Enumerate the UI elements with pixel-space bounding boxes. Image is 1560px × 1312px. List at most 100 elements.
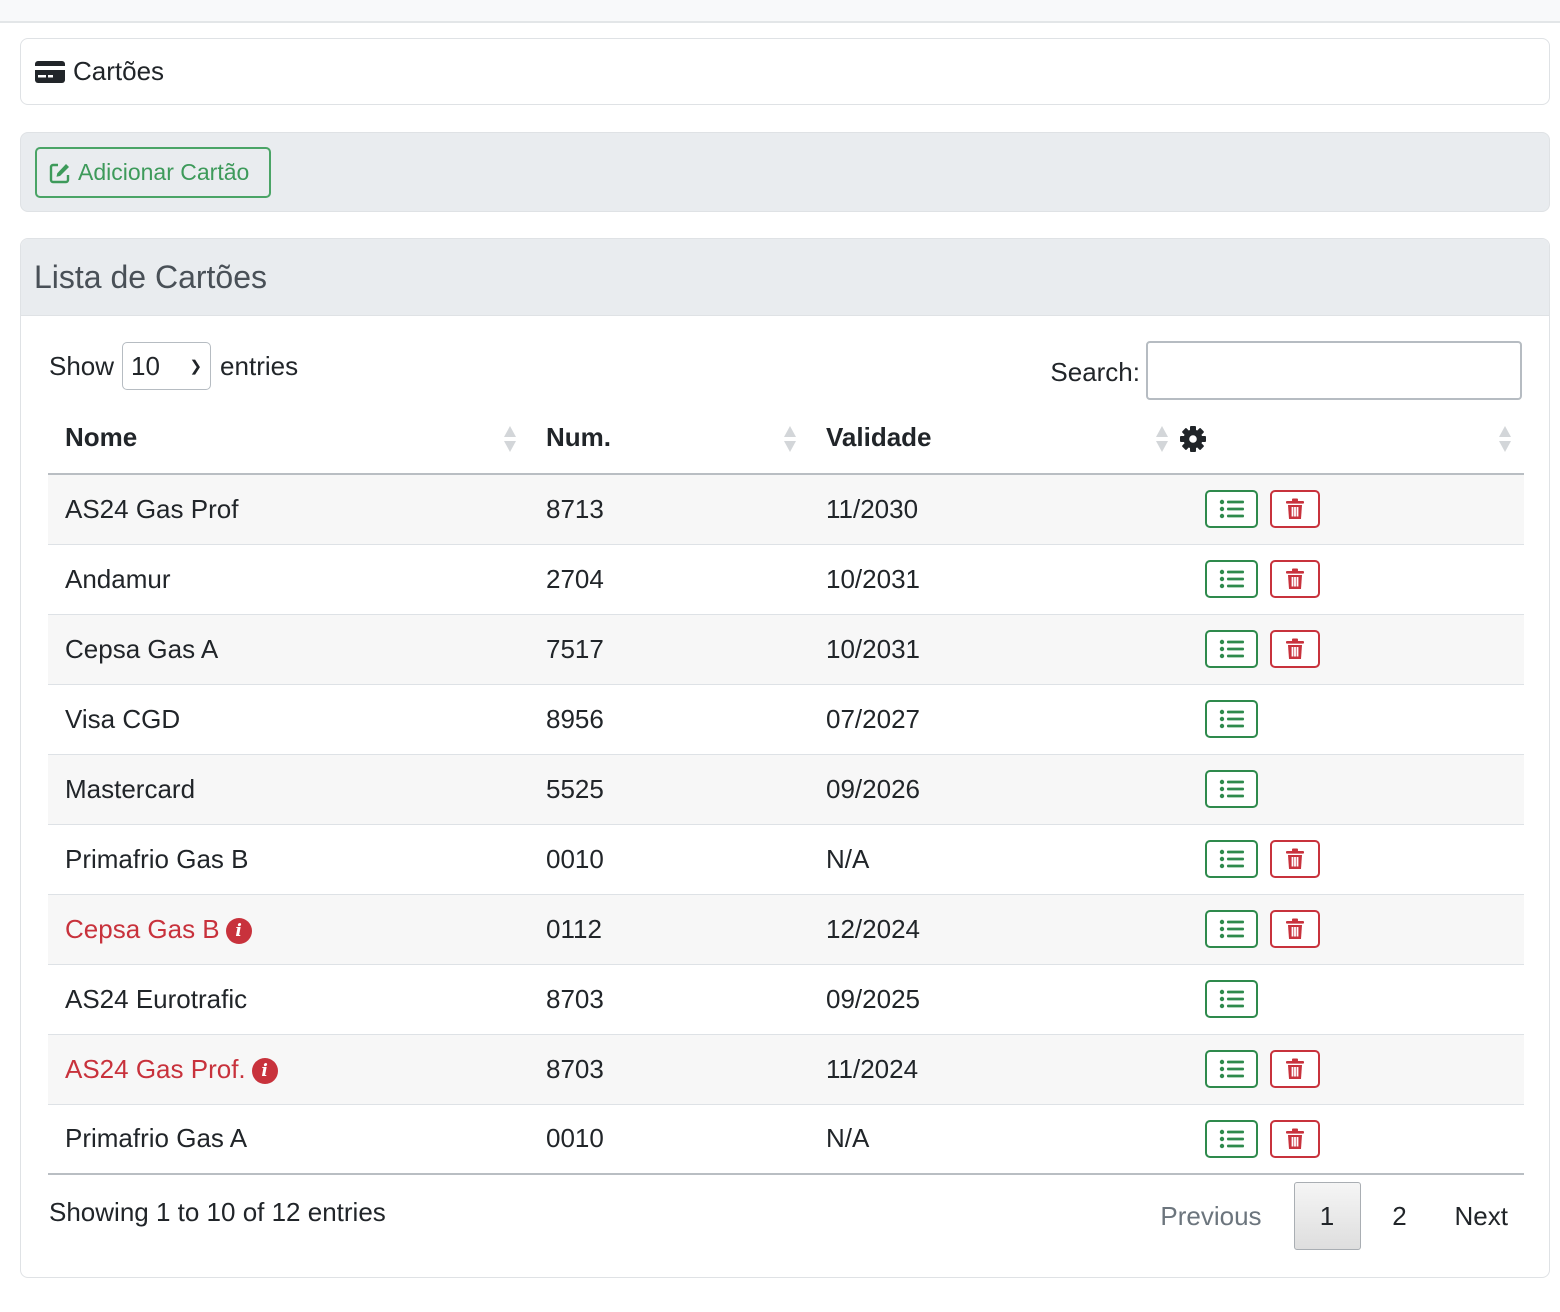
card-number: 0010 — [546, 843, 604, 874]
delete-button[interactable] — [1270, 1050, 1320, 1088]
table-row: Visa CGD 8956 07/2027 — [48, 684, 1524, 755]
sort-icon — [784, 426, 796, 452]
card-list-panel: Lista de Cartões Show 10 ❯ entries Searc… — [20, 238, 1550, 1278]
cell-num: 8703 — [529, 964, 809, 1035]
delete-button[interactable] — [1270, 840, 1320, 878]
column-header-nome[interactable]: Nome — [48, 402, 529, 475]
cell-num: 0112 — [529, 894, 809, 965]
page-1-button[interactable]: 1 — [1293, 1182, 1361, 1250]
cell-actions — [1181, 474, 1524, 545]
cell-actions — [1181, 614, 1524, 685]
cell-nome: Primafrio Gas B — [48, 824, 529, 895]
card-name: Andamur — [65, 563, 171, 594]
previous-page-button[interactable]: Previous — [1160, 1201, 1261, 1232]
delete-button[interactable] — [1270, 1119, 1320, 1158]
table-info: Showing 1 to 10 of 12 entries — [49, 1197, 386, 1227]
card-name: Cepsa Gas A — [65, 633, 219, 664]
card-expiry: 11/2030 — [826, 493, 919, 524]
details-button[interactable] — [1205, 490, 1258, 529]
details-button[interactable] — [1205, 700, 1258, 738]
table-row: Cepsa Gas Bi 0112 12/2024 — [48, 894, 1524, 965]
cell-num: 2704 — [529, 544, 809, 615]
cell-actions — [1181, 544, 1524, 615]
top-bar — [0, 0, 1560, 23]
cell-actions — [1181, 1104, 1524, 1175]
cell-actions — [1181, 964, 1524, 1035]
table-row: Cepsa Gas A 7517 10/2031 — [48, 614, 1524, 685]
cell-actions — [1181, 894, 1524, 965]
card-name: Visa CGD — [65, 703, 181, 734]
details-button[interactable] — [1205, 1050, 1258, 1088]
card-number: 8713 — [546, 493, 604, 524]
card-name: AS24 Gas Prof. — [65, 1053, 246, 1084]
add-card-button[interactable]: Adicionar Cartão — [35, 147, 271, 198]
cell-validade: 07/2027 — [809, 684, 1181, 755]
delete-button[interactable] — [1270, 490, 1320, 529]
card-number: 8703 — [546, 1053, 604, 1084]
sort-icon — [1499, 426, 1511, 452]
details-button[interactable] — [1205, 910, 1258, 948]
details-button[interactable] — [1205, 1119, 1258, 1158]
cell-nome: Mastercard — [48, 754, 529, 825]
delete-button[interactable] — [1270, 560, 1320, 598]
card-number: 8956 — [546, 703, 604, 734]
cell-nome: AS24 Eurotrafic — [48, 964, 529, 1035]
page-length-control: Show 10 ❯ entries — [49, 342, 298, 390]
sort-icon — [504, 426, 516, 452]
info-icon[interactable]: i — [251, 1057, 278, 1084]
search-control: Search: — [1050, 341, 1522, 400]
trash-icon — [1286, 1128, 1304, 1149]
credit-card-icon — [35, 60, 65, 83]
list-icon — [1219, 639, 1244, 659]
column-header-validade[interactable]: Validade — [809, 402, 1181, 475]
cell-num: 8956 — [529, 684, 809, 755]
card-number: 5525 — [546, 773, 604, 804]
column-header-actions[interactable] — [1180, 402, 1524, 475]
card-expiry: 09/2025 — [826, 983, 920, 1014]
page-2-button[interactable]: 2 — [1361, 1201, 1439, 1232]
list-header: Lista de Cartões — [21, 239, 1549, 316]
list-icon — [1219, 779, 1244, 799]
cell-num: 8713 — [529, 474, 809, 545]
cell-validade: 10/2031 — [809, 614, 1181, 685]
details-button[interactable] — [1205, 840, 1258, 878]
column-header-label: Nome — [65, 422, 138, 452]
search-input[interactable] — [1146, 341, 1522, 400]
details-button[interactable] — [1205, 630, 1258, 668]
cell-actions — [1181, 1034, 1524, 1105]
cell-validade: 09/2026 — [809, 754, 1181, 825]
table-row: Andamur 2704 10/2031 — [48, 544, 1524, 615]
card-number: 7517 — [546, 633, 604, 664]
show-label: Show — [49, 350, 115, 381]
delete-button[interactable] — [1270, 630, 1320, 668]
card-number: 0112 — [546, 913, 602, 944]
details-button[interactable] — [1205, 770, 1258, 808]
card-expiry: 11/2024 — [826, 1053, 919, 1084]
info-icon[interactable]: i — [225, 917, 252, 944]
cell-validade: 10/2031 — [809, 544, 1181, 615]
card-expiry: N/A — [826, 1123, 870, 1154]
cell-nome: AS24 Gas Prof — [48, 474, 529, 545]
card-number: 2704 — [546, 563, 604, 594]
details-button[interactable] — [1205, 560, 1258, 598]
delete-button[interactable] — [1270, 910, 1320, 948]
cell-nome: Visa CGD — [48, 684, 529, 755]
list-icon — [1219, 849, 1244, 869]
details-button[interactable] — [1205, 980, 1258, 1018]
trash-icon — [1286, 498, 1304, 520]
cell-nome: AS24 Gas Prof. i — [48, 1034, 529, 1105]
card-name: Mastercard — [65, 773, 196, 804]
sort-icon — [1156, 426, 1168, 452]
page-title: Cartões — [73, 56, 165, 86]
list-icon — [1219, 1129, 1244, 1148]
next-page-button[interactable]: Next — [1455, 1201, 1508, 1232]
cell-validade: 11/2024 — [809, 1034, 1181, 1105]
list-icon — [1219, 1059, 1244, 1079]
list-icon — [1219, 919, 1244, 939]
page-title-card: Cartões — [20, 38, 1550, 105]
column-header-num[interactable]: Num. — [529, 402, 809, 475]
cell-validade: 11/2030 — [809, 474, 1181, 545]
card-expiry: 10/2031 — [826, 633, 920, 664]
table-header-row: Nome Num. Validade — [48, 402, 1524, 475]
page-length-select[interactable]: 10 ❯ — [122, 342, 212, 390]
